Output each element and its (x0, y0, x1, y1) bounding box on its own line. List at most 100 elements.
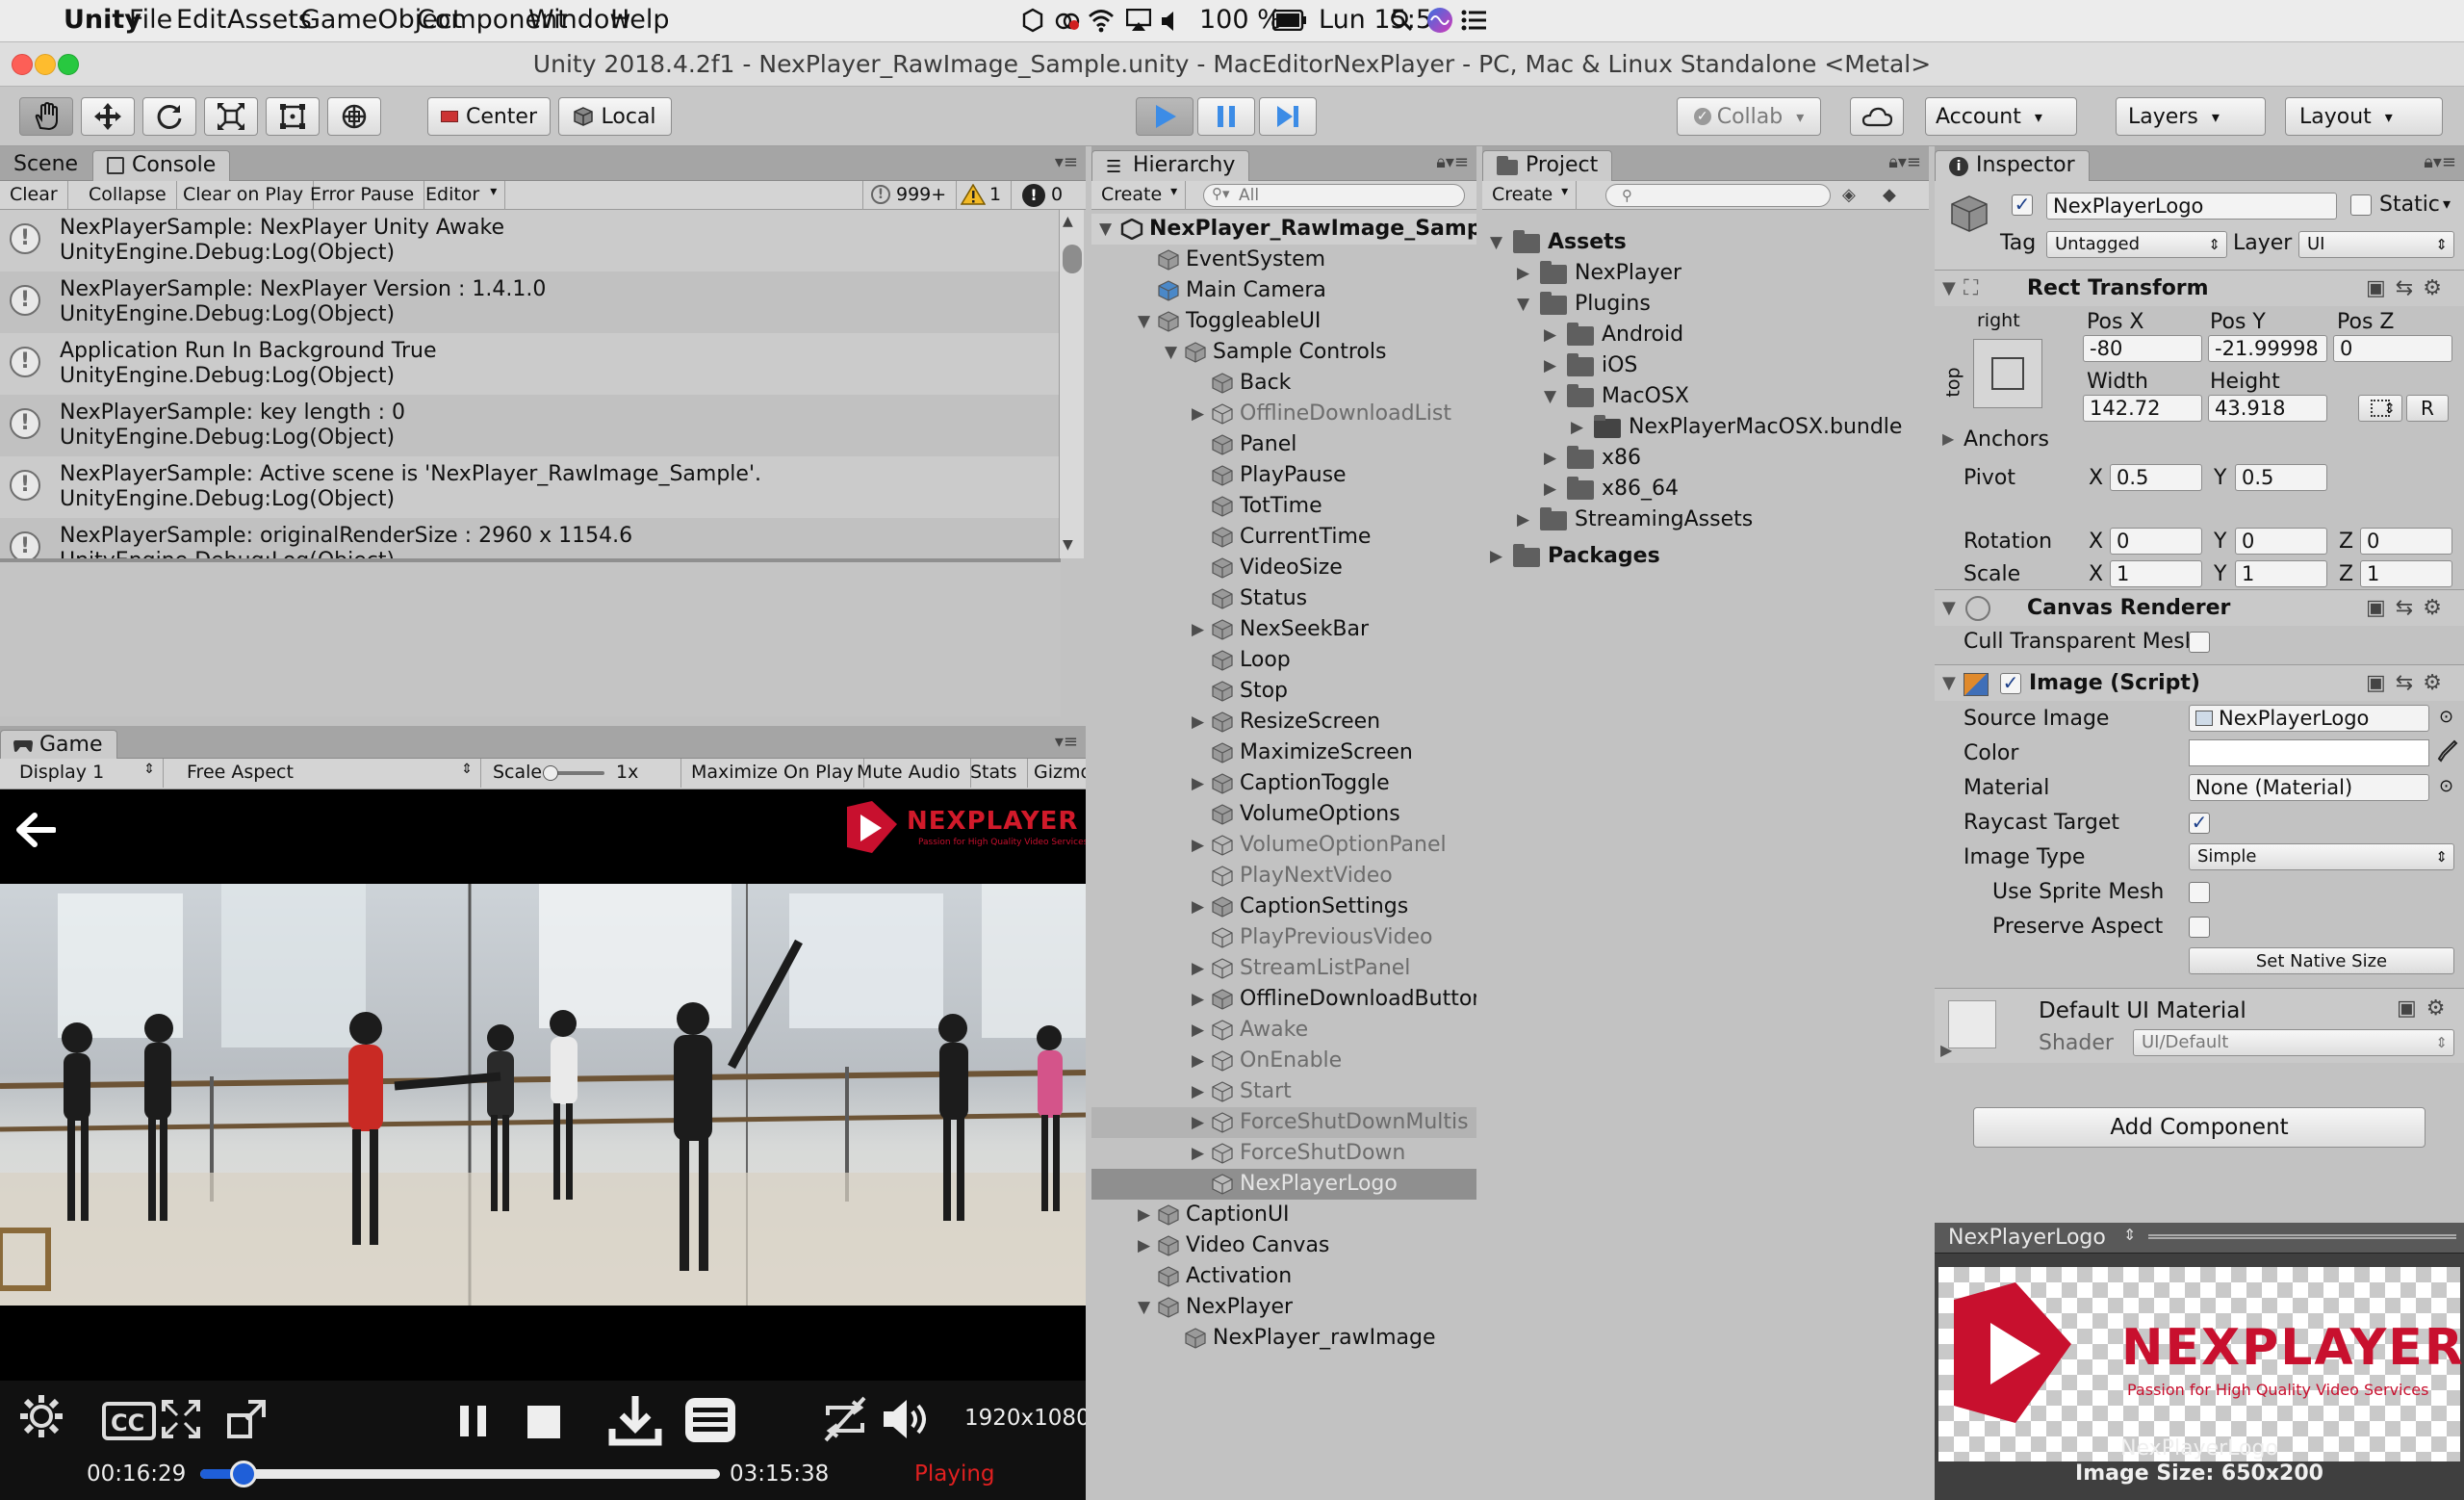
expand-arrow-icon[interactable]: ▶ (1192, 1046, 1211, 1076)
project-item[interactable]: ▼ MacOSX (1482, 381, 1929, 412)
pivot-center-button[interactable]: Center (427, 97, 551, 136)
clear-on-play-button[interactable]: Clear on Play (173, 181, 315, 210)
log-entry[interactable]: ! NexPlayerSample: originalRenderSize : 2… (0, 518, 1059, 558)
tab-game[interactable]: Game (0, 730, 117, 761)
project-item[interactable]: ▶ iOS (1482, 350, 1929, 381)
add-component-button[interactable]: Add Component (1973, 1107, 2426, 1148)
anchors-expand-arrow-icon[interactable]: ▶ (1942, 429, 1954, 448)
hierarchy-item[interactable]: PlayNextVideo (1091, 861, 1476, 892)
expand-arrow-icon[interactable]: ▼ (1099, 214, 1118, 245)
menu-assets[interactable]: Assets (227, 5, 312, 35)
hierarchy-item[interactable]: ▶ StreamListPanel (1091, 953, 1476, 984)
layer-dropdown[interactable]: UI (2298, 231, 2454, 258)
material-expand-arrow-icon[interactable]: ▶ (1940, 1041, 1952, 1059)
expand-arrow-icon[interactable]: ▶ (1192, 1138, 1211, 1169)
expand-arrow-icon[interactable]: ▶ (1192, 768, 1211, 799)
filter-by-type-icon[interactable]: ◈ (1842, 185, 1871, 206)
resize-screen-icon[interactable] (160, 1398, 202, 1440)
project-item[interactable]: ▶ NexPlayerMacOSX.bundle (1482, 412, 1929, 443)
blueprint-mode-button[interactable] (2358, 395, 2402, 422)
pause-icon[interactable] (456, 1402, 491, 1440)
collapse-arrow-icon[interactable]: ▼ (1138, 306, 1157, 337)
expand-arrow-icon[interactable]: ▶ (1192, 1107, 1211, 1138)
filter-by-label-icon[interactable]: ◆ (1883, 185, 1912, 206)
material-menu-icons[interactable]: ▣⚙ (2397, 996, 2455, 1021)
project-item[interactable]: ▶ StreamingAssets (1482, 504, 1929, 535)
creative-cloud-icon[interactable] (1055, 8, 1080, 33)
hierarchy-item[interactable]: PlayPause (1091, 460, 1476, 491)
collapse-arrow-icon[interactable]: ▼ (1490, 227, 1509, 258)
maximize-on-play-toggle[interactable]: Maximize On Play (681, 759, 864, 788)
log-entry[interactable]: ! NexPlayerSample: key length : 0 UnityEng… (0, 395, 1059, 456)
expand-arrow-icon[interactable]: ▶ (1192, 953, 1211, 984)
loop-off-icon[interactable] (820, 1394, 870, 1444)
warning-count-toggle[interactable]: 1 (953, 181, 1013, 210)
expand-arrow-icon[interactable]: ▶ (1192, 892, 1211, 922)
hierarchy-item[interactable]: ▼ Sample Controls (1091, 337, 1476, 368)
set-native-size-button[interactable]: Set Native Size (2189, 947, 2454, 974)
hierarchy-item[interactable]: Main Camera (1091, 275, 1476, 306)
closed-captions-icon[interactable]: CC (102, 1402, 156, 1440)
object-active-checkbox[interactable]: ✓ (2012, 194, 2033, 216)
hierarchy-item[interactable]: NexPlayer_rawImage (1091, 1323, 1476, 1354)
transform-tool-button[interactable] (327, 97, 381, 136)
layout-dropdown[interactable]: Layout (2285, 97, 2443, 136)
hierarchy-item[interactable]: ▶ Awake (1091, 1015, 1476, 1046)
play-button[interactable] (1136, 97, 1194, 136)
hierarchy-item[interactable]: ▶ ResizeScreen (1091, 707, 1476, 737)
expand-arrow-icon[interactable]: ▶ (1517, 258, 1536, 289)
expand-arrow-icon[interactable]: ▶ (1544, 350, 1563, 381)
expand-arrow-icon[interactable]: ▶ (1192, 399, 1211, 429)
rect-transform-header[interactable]: ▼ ⛶ Rect Transform ▣⇆⚙ (1935, 270, 2464, 306)
menu-help[interactable]: Help (610, 5, 670, 35)
expand-arrow-icon[interactable]: ▶ (1192, 707, 1211, 737)
project-item[interactable]: ▶ NexPlayer (1482, 258, 1929, 289)
anchors-foldout[interactable]: Anchors (1964, 427, 2049, 452)
preview-drag-handle[interactable] (2148, 1234, 2456, 1239)
expand-arrow-icon[interactable]: ▶ (1192, 830, 1211, 861)
pos-z-field[interactable]: 0 (2333, 335, 2452, 362)
hierarchy-item[interactable]: ▶ CaptionToggle (1091, 768, 1476, 799)
expand-arrow-icon[interactable]: ▶ (1138, 1200, 1157, 1230)
hierarchy-item[interactable]: TotTime (1091, 491, 1476, 522)
hierarchy-item[interactable]: ▶ NexSeekBar (1091, 614, 1476, 645)
hierarchy-item[interactable]: ▼ NexPlayer (1091, 1292, 1476, 1323)
step-button[interactable] (1259, 97, 1317, 136)
scale-y-field[interactable]: 1 (2235, 560, 2327, 587)
hierarchy-item[interactable]: Status (1091, 583, 1476, 614)
object-picker-icon[interactable]: ⊙ (2439, 776, 2453, 796)
source-image-field[interactable]: NexPlayerLogo (2189, 705, 2429, 732)
hierarchy-item[interactable]: ▶ OnEnable (1091, 1046, 1476, 1076)
collapse-arrow-icon[interactable]: ▼ (1942, 598, 1956, 618)
collapse-arrow-icon[interactable]: ▼ (1138, 1292, 1157, 1323)
eyedropper-icon[interactable] (2437, 739, 2458, 764)
log-entry[interactable]: ! NexPlayerSample: NexPlayer Unity Awake U… (0, 210, 1059, 272)
project-item[interactable]: ▼ Assets (1482, 227, 1929, 258)
scale-slider-thumb[interactable] (543, 765, 558, 781)
download-icon[interactable] (608, 1394, 662, 1448)
log-entry[interactable]: ! Application Run In Background True Unity… (0, 333, 1059, 395)
expand-arrow-icon[interactable]: ▶ (1544, 320, 1563, 350)
hierarchy-item[interactable]: ▶ ForceShutDownMultis (1091, 1107, 1476, 1138)
mute-audio-toggle[interactable]: Mute Audio (847, 759, 971, 788)
hierarchy-item[interactable]: ▶ CaptionSettings (1091, 892, 1476, 922)
project-create-dropdown[interactable]: Create ▾ (1482, 181, 1578, 210)
collapse-arrow-icon[interactable]: ▼ (1544, 381, 1563, 412)
scene-root-row[interactable]: ▼ NexPlayer_RawImage_Sample (1091, 214, 1476, 245)
image-type-dropdown[interactable]: Simple (2189, 843, 2454, 870)
error-pause-button[interactable]: Error Pause (300, 181, 425, 210)
maximize-screen-icon[interactable] (225, 1398, 268, 1440)
pivot-y-field[interactable]: 0.5 (2235, 464, 2327, 491)
stats-toggle[interactable]: Stats (961, 759, 1028, 788)
hierarchy-item[interactable]: ▼ ToggleableUI (1091, 306, 1476, 337)
collapse-arrow-icon[interactable]: ▼ (1942, 673, 1956, 693)
hierarchy-item[interactable]: Activation (1091, 1261, 1476, 1292)
component-menu-icons[interactable]: ▣⇆⚙ (2366, 671, 2451, 695)
rotation-x-field[interactable]: 0 (2110, 528, 2202, 555)
lock-and-menu-icon[interactable]: 🔒︎▾≡ (1888, 152, 1921, 172)
tab-inspector[interactable]: i Inspector (1935, 150, 2090, 181)
component-menu-icons[interactable]: ▣⇆⚙ (2366, 276, 2451, 300)
expand-arrow-icon[interactable]: ▶ (1571, 412, 1590, 443)
raycast-target-checkbox[interactable]: ✓ (2189, 813, 2210, 834)
hierarchy-item[interactable]: EventSystem (1091, 245, 1476, 275)
